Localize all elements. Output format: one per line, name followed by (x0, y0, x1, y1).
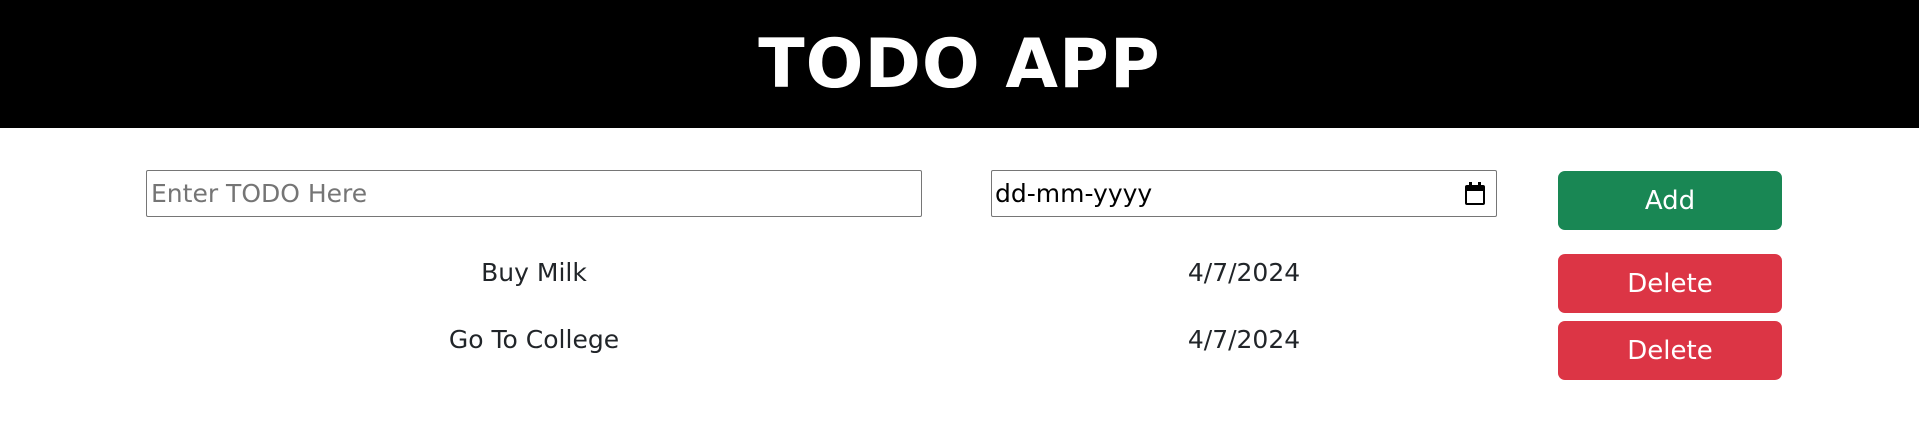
date-input-text: dd-mm-yyyy (995, 179, 1153, 208)
delete-button[interactable]: Delete (1558, 254, 1782, 313)
date-input[interactable]: dd-mm-yyyy (991, 170, 1497, 217)
todo-date: 4/7/2024 (1187, 325, 1301, 354)
app-header: TODO APP (0, 0, 1919, 128)
delete-button[interactable]: Delete (1558, 321, 1782, 380)
todo-date: 4/7/2024 (1187, 258, 1301, 287)
add-button[interactable]: Add (1558, 171, 1782, 230)
page-title: TODO APP (758, 24, 1161, 104)
todo-name: Buy Milk (481, 258, 587, 287)
calendar-icon[interactable] (1464, 181, 1486, 206)
todo-input[interactable] (146, 170, 922, 217)
todo-name: Go To College (448, 325, 620, 354)
